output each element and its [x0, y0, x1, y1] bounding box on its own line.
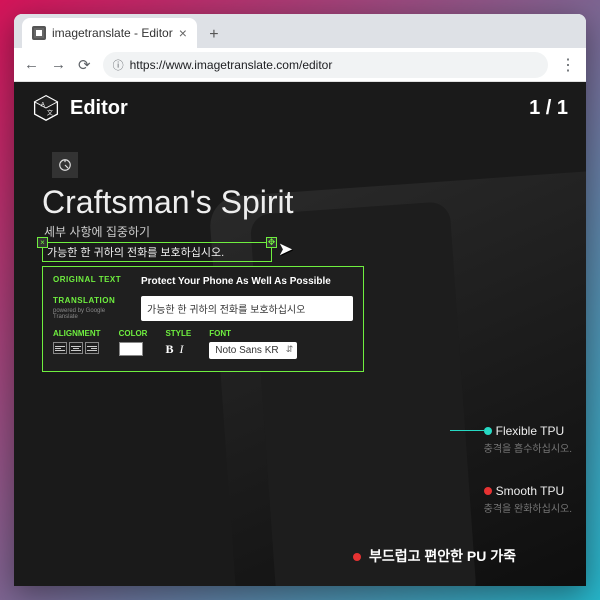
original-text: Protect Your Phone As Well As Possible [141, 275, 331, 288]
new-tab-button[interactable]: + [201, 22, 227, 48]
tab-title: imagetranslate - Editor [52, 26, 173, 40]
menu-icon[interactable]: ⋮ [560, 55, 576, 75]
hero-subtitle[interactable]: 세부 사항에 집중하기 [44, 223, 566, 240]
url-text: https://www.imagetranslate.com/editor [130, 58, 333, 72]
font-label: FONT [209, 329, 297, 338]
powered-by-label: powered by Google Translate [53, 308, 127, 320]
annotation-smooth-tpu: Smooth TPU 충격을 완화하십시오. [484, 484, 572, 515]
page-indicator: 1 / 1 [529, 97, 568, 120]
selected-text: 가능한 한 귀하의 전화를 보호하십시오. [47, 247, 224, 259]
align-left-button[interactable] [53, 342, 67, 354]
translation-label: TRANSLATION [53, 296, 127, 305]
url-input[interactable]: ⓘ https://www.imagetranslate.com/editor [103, 52, 548, 78]
browser-tab[interactable]: imagetranslate - Editor × [22, 18, 197, 48]
favicon-icon [32, 26, 46, 40]
color-label: COLOR [119, 329, 148, 338]
style-label: STYLE [165, 329, 191, 338]
color-picker[interactable] [119, 342, 143, 356]
reload-icon[interactable]: ⟳ [78, 56, 91, 74]
browser-tabbar: imagetranslate - Editor × + [14, 14, 586, 48]
translation-popup: ORIGINAL TEXT Protect Your Phone As Well… [42, 266, 364, 372]
selection-move-icon[interactable]: ✥ [266, 237, 277, 248]
original-label: ORIGINAL TEXT [53, 275, 127, 284]
app-title: Editor [70, 97, 128, 120]
font-select[interactable]: Noto Sans KR [209, 342, 297, 359]
selection-close-icon[interactable]: × [37, 237, 48, 248]
alignment-label: ALIGNMENT [53, 329, 101, 338]
dot-icon [484, 427, 492, 435]
annotation-pu-leather: 부드럽고 편안한 PU 가죽 [353, 546, 516, 566]
dot-icon [353, 553, 361, 561]
selected-text-box[interactable]: × ✥ 가능한 한 귀하의 전화를 보호하십시오. ➤ [42, 242, 272, 262]
hero-title[interactable]: Craftsman's Spirit [42, 184, 566, 221]
lock-icon: ⓘ [113, 57, 124, 73]
align-right-button[interactable] [85, 342, 99, 354]
svg-text:文: 文 [47, 109, 53, 117]
annotation-flexible-tpu: Flexible TPU 충격을 흡수하십시오. [484, 424, 572, 455]
app-viewport: A 文 Editor 1 / 1 Craftsman's Spirit 세부 사… [14, 82, 586, 586]
logo-icon: A 文 [32, 94, 60, 122]
browser-window: imagetranslate - Editor × + ← → ⟳ ⓘ http… [14, 14, 586, 586]
app-header: A 文 Editor 1 / 1 [14, 82, 586, 134]
dot-icon [484, 487, 492, 495]
close-icon[interactable]: × [179, 25, 187, 41]
italic-button[interactable]: I [179, 342, 183, 357]
address-bar: ← → ⟳ ⓘ https://www.imagetranslate.com/e… [14, 48, 586, 82]
back-icon[interactable]: ← [24, 56, 39, 73]
bold-button[interactable]: B [165, 342, 173, 357]
forward-icon[interactable]: → [51, 56, 66, 73]
compass-icon [52, 152, 78, 178]
align-center-button[interactable] [69, 342, 83, 354]
editor-canvas[interactable]: Craftsman's Spirit 세부 사항에 집중하기 × ✥ 가능한 한… [14, 134, 586, 586]
translation-input[interactable]: 가능한 한 귀하의 전화를 보호하십시오 [141, 296, 353, 321]
